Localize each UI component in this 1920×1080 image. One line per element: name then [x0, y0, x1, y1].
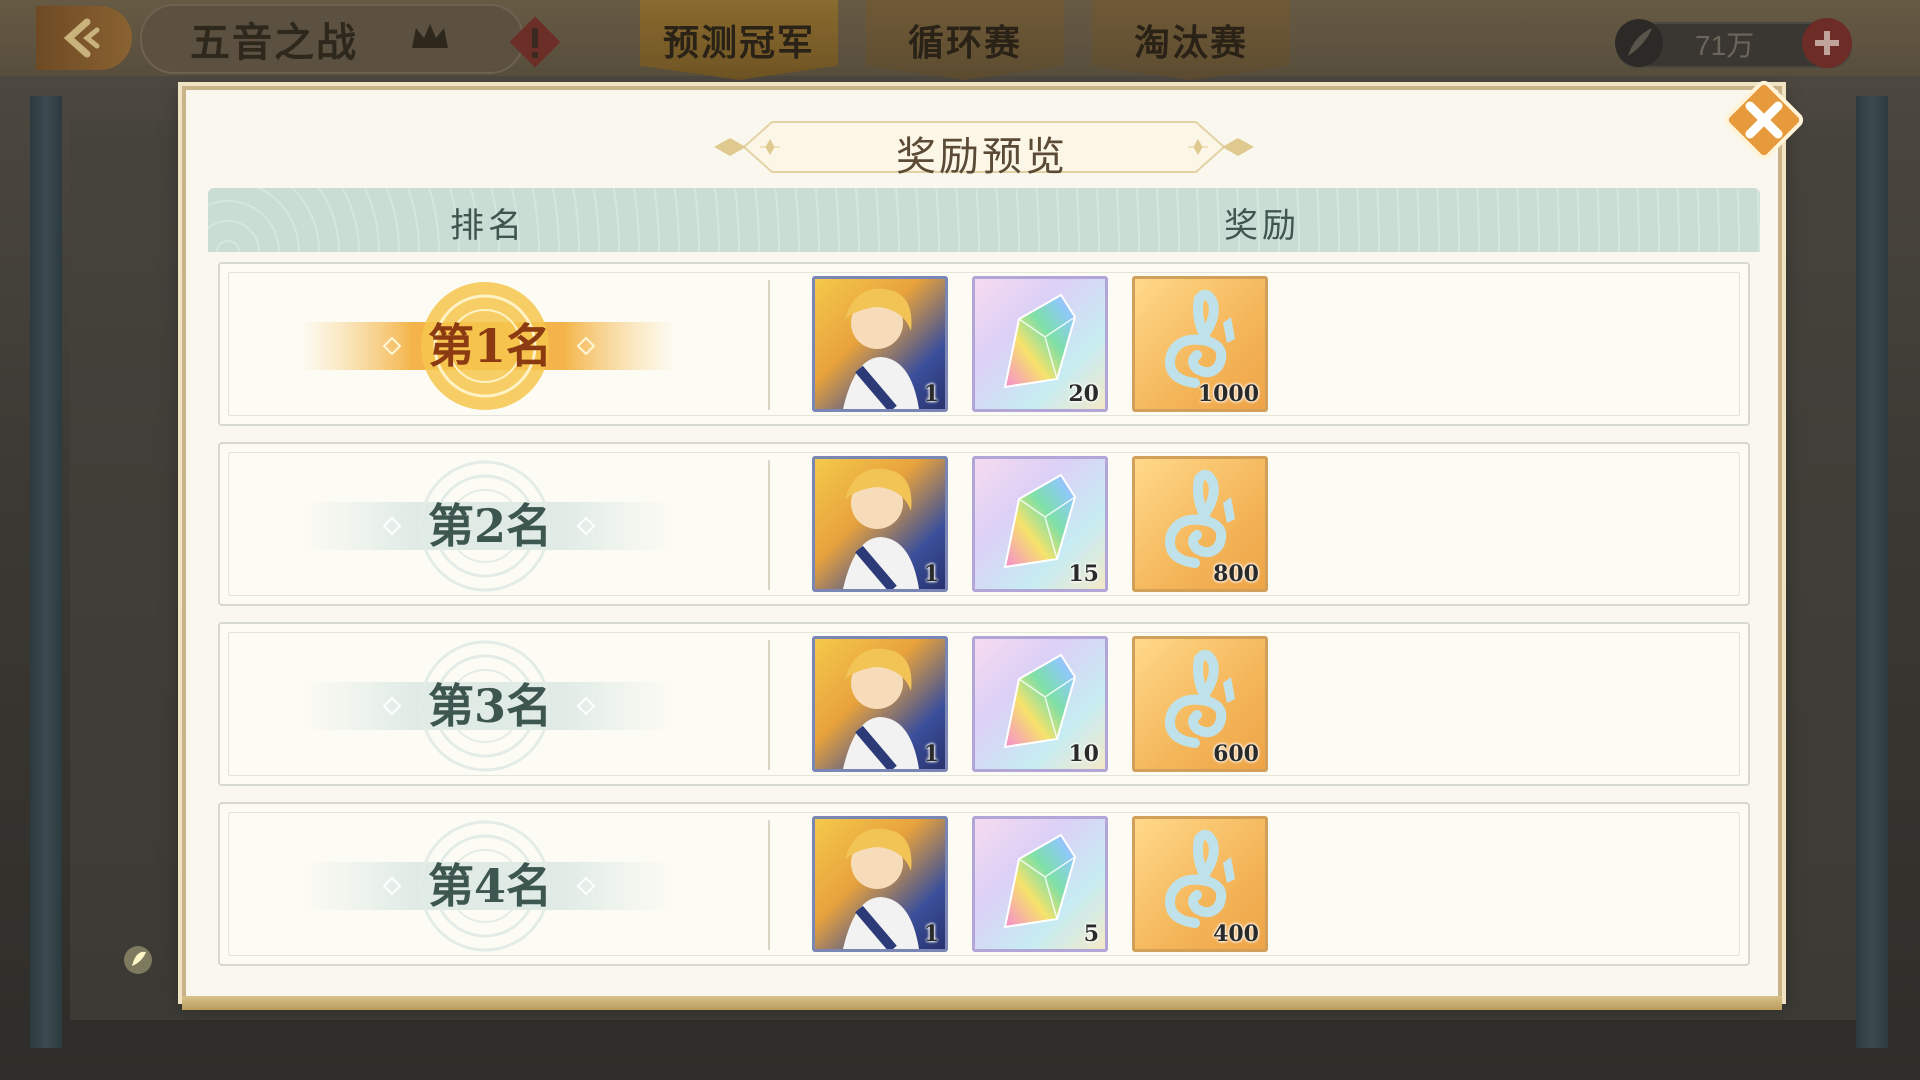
item-quantity: 1 — [923, 921, 939, 947]
reward-item-character-card[interactable]: 1 — [812, 456, 948, 592]
reward-item-character-card[interactable]: 1 — [812, 636, 948, 772]
close-button[interactable] — [1720, 76, 1808, 164]
reward-row: 第1名 1 20 1000 — [218, 262, 1750, 426]
back-button[interactable] — [36, 6, 132, 70]
reward-item-music-note-token[interactable]: 800 — [1132, 456, 1268, 592]
reward-row: 第2名 1 15 800 — [218, 442, 1750, 606]
item-quantity: 5 — [1083, 921, 1099, 947]
currency-value: 71万 — [1695, 30, 1755, 61]
reward-item-rainbow-crystal[interactable]: 15 — [972, 456, 1108, 592]
item-quantity: 1000 — [1197, 381, 1259, 407]
column-header-rank: 排名 — [450, 206, 526, 246]
left-pillar — [30, 96, 62, 1048]
item-quantity: 20 — [1068, 381, 1099, 407]
reward-item-music-note-token[interactable]: 600 — [1132, 636, 1268, 772]
item-quantity: 800 — [1213, 561, 1259, 587]
alert-icon[interactable] — [505, 12, 565, 72]
crown-icon[interactable] — [408, 20, 452, 54]
item-quantity: 400 — [1213, 921, 1259, 947]
row-divider — [768, 820, 770, 950]
feather-quill-icon — [1615, 19, 1663, 67]
modal-title: 奖励预览 — [896, 134, 1068, 180]
row-divider — [768, 640, 770, 770]
tab-label: 淘汰赛 — [1133, 22, 1248, 64]
reward-item-rainbow-crystal[interactable]: 10 — [972, 636, 1108, 772]
reward-row: 第3名 1 10 600 — [218, 622, 1750, 786]
item-quantity: 1 — [923, 381, 939, 407]
rank-label: 第3名 — [427, 679, 552, 733]
reward-item-character-card[interactable]: 1 — [812, 816, 948, 952]
row-divider — [768, 460, 770, 590]
tab-knockout[interactable]: 淘汰赛 — [1092, 0, 1290, 80]
item-quantity: 1 — [923, 561, 939, 587]
reward-row: 第4名 1 5 400 — [218, 802, 1750, 966]
tab-label: 预测冠军 — [662, 22, 815, 64]
item-quantity: 10 — [1068, 741, 1099, 767]
right-pillar — [1856, 96, 1888, 1048]
rank-label: 第4名 — [427, 859, 552, 913]
back-arrow-icon — [63, 18, 100, 58]
item-quantity: 600 — [1213, 741, 1259, 767]
reward-item-character-card[interactable]: 1 — [812, 276, 948, 412]
reward-item-music-note-token[interactable]: 1000 — [1132, 276, 1268, 412]
reward-item-music-note-token[interactable]: 400 — [1132, 816, 1268, 952]
plus-icon — [1815, 31, 1839, 55]
column-header-reward: 奖励 — [1224, 206, 1300, 246]
add-currency-button[interactable] — [1802, 18, 1852, 68]
firefly-icon — [124, 946, 152, 974]
rank-label: 第1名 — [427, 319, 552, 373]
reward-item-rainbow-crystal[interactable]: 5 — [972, 816, 1108, 952]
rank-label: 第2名 — [427, 499, 552, 553]
tab-label: 循环赛 — [907, 22, 1022, 64]
tab-predict-champion[interactable]: 预测冠军 — [640, 0, 838, 80]
item-quantity: 15 — [1068, 561, 1099, 587]
game-title: 五音之战 — [190, 19, 358, 66]
row-divider — [768, 280, 770, 410]
tab-round-robin[interactable]: 循环赛 — [866, 0, 1064, 80]
reward-item-rainbow-crystal[interactable]: 20 — [972, 276, 1108, 412]
item-quantity: 1 — [923, 741, 939, 767]
